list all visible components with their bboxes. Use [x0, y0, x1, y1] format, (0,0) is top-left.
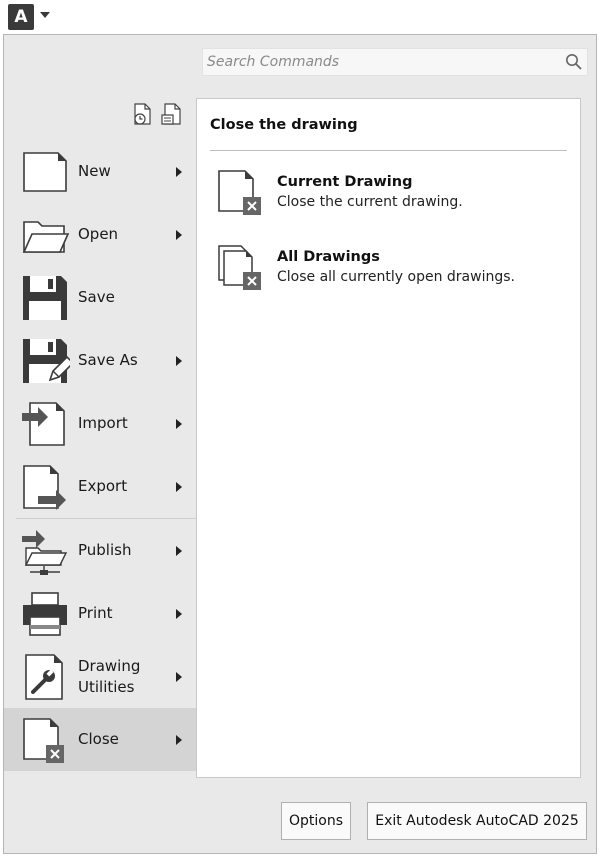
menu-item-save[interactable]: Save: [4, 266, 196, 329]
close-current-drawing-icon: [217, 169, 267, 219]
printer-icon: [20, 589, 70, 639]
menu-item-label: Import: [78, 414, 128, 432]
menu-item-open[interactable]: Open: [4, 203, 196, 266]
search-icon[interactable]: [561, 49, 587, 75]
menu-item-label: Save As: [78, 351, 138, 369]
submenu-item-title: Current Drawing: [277, 174, 413, 190]
publish-icon: [20, 526, 70, 576]
submenu-arrow-icon: [176, 418, 182, 429]
options-button[interactable]: Options: [281, 802, 351, 840]
save-as-icon: [20, 336, 70, 386]
search-input[interactable]: [203, 49, 561, 75]
panel-divider: [210, 150, 567, 151]
drawing-utilities-icon: [20, 652, 70, 702]
submenu-arrow-icon: [176, 229, 182, 240]
application-menu-left-column: New Open Save Save As Import Export Publ…: [4, 140, 196, 771]
floppy-disk-icon: [20, 273, 70, 323]
submenu-arrow-icon: [176, 355, 182, 366]
document-view-toggle: [132, 102, 182, 126]
submenu-item-all-drawings[interactable]: All Drawings Close all currently open dr…: [217, 244, 515, 294]
open-documents-icon[interactable]: [160, 102, 182, 126]
menu-item-drawing-utilities[interactable]: Drawing Utilities: [4, 645, 196, 708]
submenu-panel: Close the drawing Current Drawing Close …: [196, 98, 581, 778]
submenu-item-title: All Drawings: [277, 249, 380, 265]
menu-item-label: Export: [78, 477, 128, 495]
submenu-item-description: Close all currently open drawings.: [277, 269, 515, 285]
recent-documents-icon[interactable]: [132, 102, 154, 126]
menu-item-close[interactable]: Close: [4, 708, 196, 771]
close-all-drawings-icon: [217, 244, 267, 294]
menu-item-print[interactable]: Print: [4, 582, 196, 645]
submenu-arrow-icon: [176, 166, 182, 177]
search-box: [202, 48, 588, 76]
menu-item-label: Save: [78, 288, 115, 306]
menu-item-label-line1: Drawing: [78, 656, 141, 675]
exit-application-button[interactable]: Exit Autodesk AutoCAD 2025: [367, 802, 587, 840]
application-button[interactable]: A: [8, 4, 34, 30]
app-letter: A: [14, 7, 28, 27]
submenu-arrow-icon: [176, 481, 182, 492]
submenu-arrow-icon: [176, 608, 182, 619]
close-drawing-icon: [20, 715, 70, 765]
submenu-item-description: Close the current drawing.: [277, 194, 463, 210]
menu-item-label: New: [78, 162, 111, 180]
export-icon: [20, 462, 70, 512]
menu-item-label: Close: [78, 730, 119, 748]
menu-item-new[interactable]: New: [4, 140, 196, 203]
submenu-item-current-drawing[interactable]: Current Drawing Close the current drawin…: [217, 169, 463, 219]
new-drawing-icon: [20, 147, 70, 197]
menu-item-export[interactable]: Export: [4, 455, 196, 518]
menu-item-import[interactable]: Import: [4, 392, 196, 455]
menu-item-label: Drawing Utilities: [78, 656, 140, 698]
open-folder-icon: [20, 210, 70, 260]
menu-item-save-as[interactable]: Save As: [4, 329, 196, 392]
panel-title: Close the drawing: [210, 117, 358, 133]
menu-item-label: Open: [78, 225, 119, 243]
menu-item-label: Publish: [78, 541, 132, 559]
menu-item-publish[interactable]: Publish: [4, 519, 196, 582]
chevron-down-icon[interactable]: [40, 12, 50, 18]
submenu-arrow-icon: [176, 734, 182, 745]
menu-item-label-line2: Utilities: [78, 677, 135, 696]
menu-item-label: Print: [78, 604, 113, 622]
submenu-arrow-icon: [176, 671, 182, 682]
import-icon: [20, 399, 70, 449]
submenu-arrow-icon: [176, 545, 182, 556]
